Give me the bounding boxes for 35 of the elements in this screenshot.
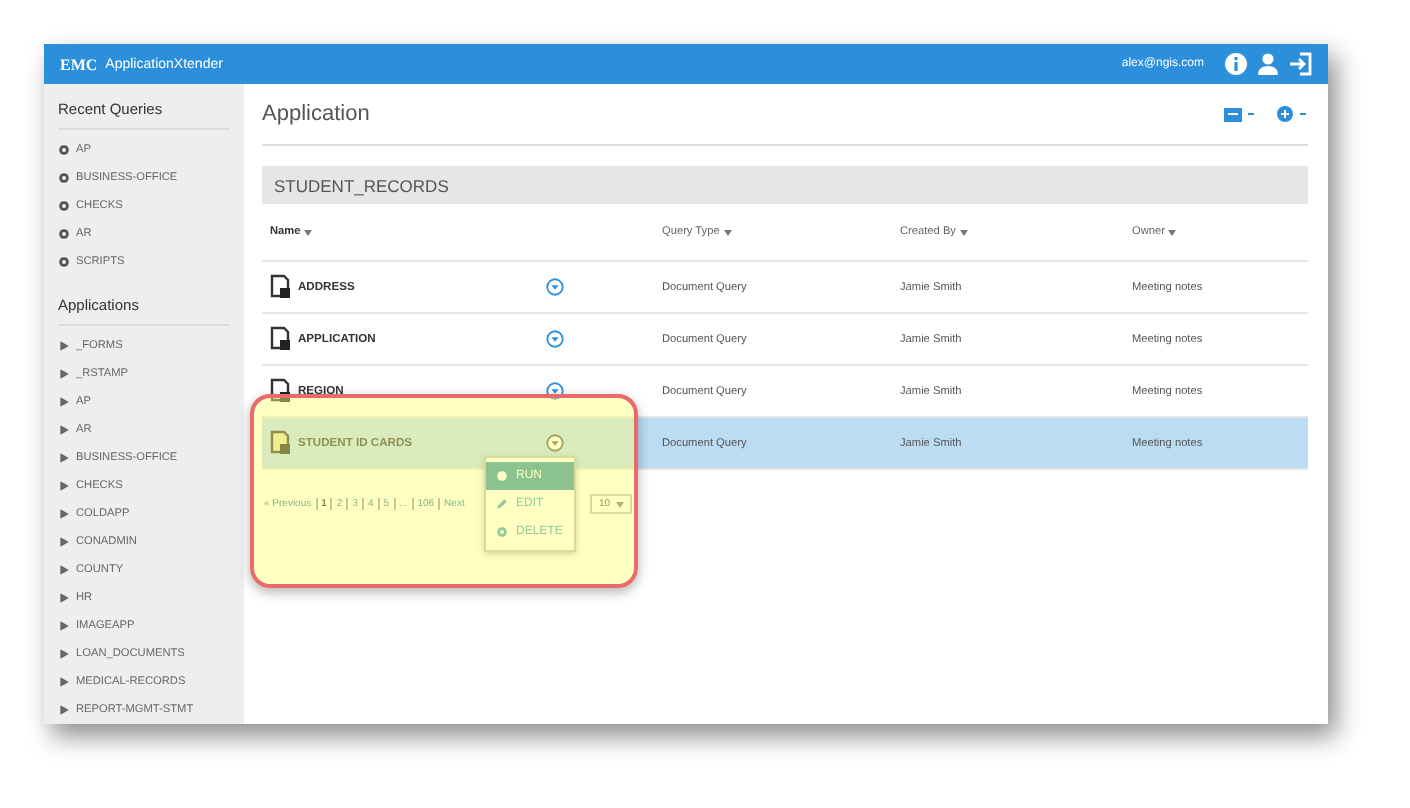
triangle-icon	[58, 676, 70, 688]
triangle-icon	[58, 424, 70, 436]
dropdown-circle-icon[interactable]	[546, 434, 564, 452]
document-lock-icon	[270, 430, 292, 456]
sort-caret-icon[interactable]	[723, 229, 732, 235]
add-dropdown-icon[interactable]	[1276, 106, 1308, 122]
brand-logo: EMC	[60, 55, 98, 73]
sort-caret-icon[interactable]	[304, 229, 313, 235]
document-lock-icon	[270, 378, 292, 404]
document-lock-icon	[270, 274, 292, 300]
triangle-icon	[58, 536, 70, 548]
sort-caret-icon[interactable]	[1168, 229, 1177, 235]
dropdown-circle-icon[interactable]	[546, 382, 564, 400]
table-title-bar: STUDENT_RECORDS	[262, 166, 1308, 204]
caret-icon	[616, 501, 624, 507]
sign-out-icon[interactable]	[1288, 52, 1312, 76]
triangle-icon	[58, 648, 70, 660]
triangle-icon	[58, 368, 70, 380]
info-icon[interactable]	[1224, 52, 1248, 76]
triangle-icon	[58, 592, 70, 604]
sort-caret-icon[interactable]	[959, 229, 968, 235]
document-lock-icon	[270, 326, 292, 352]
page-title: Application	[262, 102, 372, 126]
triangle-icon	[58, 564, 70, 576]
triangle-icon	[58, 452, 70, 464]
triangle-icon	[58, 340, 70, 352]
triangle-icon	[58, 704, 70, 716]
triangle-icon	[58, 508, 70, 520]
user-icon[interactable]	[1256, 52, 1280, 76]
dropdown-circle-icon[interactable]	[546, 330, 564, 348]
triangle-icon	[58, 620, 70, 632]
triangle-icon	[58, 396, 70, 408]
dropdown-circle-icon[interactable]	[546, 278, 564, 296]
pencil-icon	[496, 498, 508, 510]
triangle-icon	[58, 480, 70, 492]
